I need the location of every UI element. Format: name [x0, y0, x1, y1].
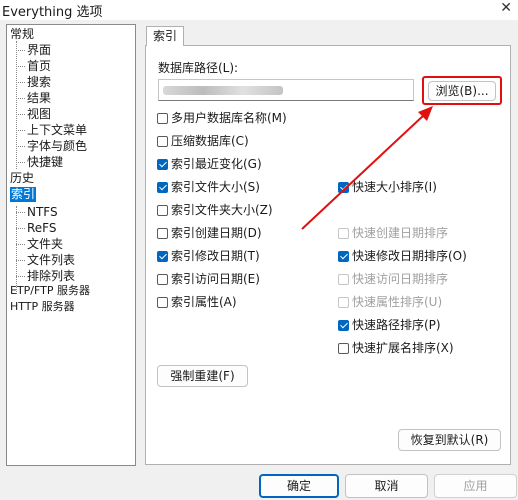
checkbox-index-recent-changes[interactable]: 索引最近变化(G)	[157, 157, 262, 171]
checkbox-fast-created-date-sort: 快速创建日期排序	[338, 226, 448, 240]
tree-item-shortcuts[interactable]: 快捷键	[27, 155, 63, 170]
checkbox-box	[157, 113, 168, 124]
checkbox-label: 索引最近变化(G)	[171, 157, 262, 171]
tree-connector	[16, 41, 17, 169]
checkbox-box-disabled	[338, 297, 349, 308]
checkbox-index-modified-date[interactable]: 索引修改日期(T)	[157, 249, 260, 263]
apply-button: 应用	[434, 474, 517, 498]
checkbox-label: 索引属性(A)	[171, 295, 237, 309]
tree-branch	[16, 276, 25, 277]
annotation-highlight-box	[422, 76, 502, 105]
checkbox-box	[157, 297, 168, 308]
tree-item-file-lists[interactable]: 文件列表	[27, 253, 75, 268]
tree-branch	[16, 162, 25, 163]
checkbox-label: 索引创建日期(D)	[171, 226, 262, 240]
tree-item-exclude-list[interactable]: 排除列表	[27, 269, 75, 284]
window-title: Everything 选项	[2, 5, 103, 20]
db-path-value	[163, 85, 283, 95]
checkbox-box	[157, 136, 168, 147]
tree-branch	[16, 50, 25, 51]
tree-item-etp-ftp-server[interactable]: ETP/FTP 服务器	[10, 283, 90, 298]
tree-item-ntfs[interactable]: NTFS	[27, 205, 58, 220]
tree-item-general[interactable]: 常规	[10, 27, 34, 42]
settings-tree[interactable]: 常规 界面 首页 搜索 结果 视图 上下文菜单 字体与颜色 快捷键 历史 索引 …	[6, 24, 136, 466]
checkbox-box-checked	[338, 251, 349, 262]
checkbox-box-checked	[157, 251, 168, 262]
tree-branch	[16, 114, 25, 115]
tree-item-http-server[interactable]: HTTP 服务器	[10, 299, 75, 314]
tree-branch	[16, 244, 25, 245]
checkbox-index-folder-size[interactable]: 索引文件夹大小(Z)	[157, 203, 273, 217]
tree-item-history[interactable]: 历史	[10, 171, 34, 186]
checkbox-index-created-date[interactable]: 索引创建日期(D)	[157, 226, 262, 240]
checkbox-label: 快速扩展名排序(X)	[352, 341, 454, 355]
checkbox-label: 快速创建日期排序	[352, 226, 449, 240]
tree-item-context-menu[interactable]: 上下文菜单	[27, 123, 87, 138]
ok-button[interactable]: 确定	[259, 474, 339, 498]
checkbox-index-attributes[interactable]: 索引属性(A)	[157, 295, 237, 309]
checkbox-box-checked	[157, 182, 168, 193]
close-icon[interactable]: ✕	[500, 0, 512, 16]
tree-item-search[interactable]: 搜索	[27, 75, 51, 90]
checkbox-fast-accessed-date-sort: 快速访问日期排序	[338, 272, 448, 286]
checkbox-label: 索引文件夹大小(Z)	[171, 203, 273, 217]
tree-branch	[16, 66, 25, 67]
restore-defaults-button[interactable]: 恢复到默认(R)	[398, 429, 501, 451]
tree-item-interface[interactable]: 界面	[27, 43, 51, 58]
db-path-field[interactable]	[158, 79, 414, 101]
checkbox-label: 快速修改日期排序(O)	[352, 249, 467, 263]
checkbox-fast-size-sort[interactable]: 快速大小排序(I)	[338, 180, 437, 194]
checkbox-label: 索引修改日期(T)	[171, 249, 260, 263]
checkbox-label: 压缩数据库(C)	[171, 134, 249, 148]
checkbox-compress-db[interactable]: 压缩数据库(C)	[157, 134, 249, 148]
checkbox-label: 多用户数据库名称(M)	[171, 111, 287, 125]
checkbox-index-file-size[interactable]: 索引文件大小(S)	[157, 180, 260, 194]
tree-connector	[16, 206, 17, 294]
tree-branch	[16, 146, 25, 147]
checkbox-label: 索引文件大小(S)	[171, 180, 260, 194]
checkbox-box-checked	[338, 182, 349, 193]
tree-item-results[interactable]: 结果	[27, 91, 51, 106]
checkbox-box-disabled	[338, 274, 349, 285]
tree-branch	[16, 260, 25, 261]
tree-branch	[16, 212, 25, 213]
tab-index[interactable]: 索引	[146, 26, 184, 46]
checkbox-fast-modified-date-sort[interactable]: 快速修改日期排序(O)	[338, 249, 467, 263]
tree-branch	[16, 130, 25, 131]
checkbox-box	[338, 343, 349, 354]
checkbox-label: 快速路径排序(P)	[352, 318, 441, 332]
checkbox-fast-extension-sort[interactable]: 快速扩展名排序(X)	[338, 341, 454, 355]
tree-branch	[16, 98, 25, 99]
tree-item-fonts-colors[interactable]: 字体与颜色	[27, 139, 87, 154]
tree-item-index[interactable]: 索引	[10, 187, 37, 202]
tree-branch	[16, 82, 25, 83]
cancel-button[interactable]: 取消	[345, 474, 428, 498]
force-rebuild-button[interactable]: 强制重建(F)	[157, 365, 248, 387]
tree-item-home[interactable]: 首页	[27, 59, 51, 74]
tree-branch	[16, 228, 25, 229]
checkbox-box-disabled	[338, 228, 349, 239]
checkbox-label: 快速访问日期排序	[352, 272, 449, 286]
checkbox-box-checked	[338, 320, 349, 331]
checkbox-label: 索引访问日期(E)	[171, 272, 260, 286]
checkbox-fast-path-sort[interactable]: 快速路径排序(P)	[338, 318, 441, 332]
tree-item-refs[interactable]: ReFS	[27, 221, 57, 236]
checkbox-box	[157, 228, 168, 239]
checkbox-fast-attributes-sort: 快速属性排序(U)	[338, 295, 442, 309]
checkbox-box	[157, 274, 168, 285]
tree-item-folders[interactable]: 文件夹	[27, 237, 63, 252]
checkbox-box-checked	[157, 159, 168, 170]
db-path-label: 数据库路径(L):	[158, 61, 239, 75]
checkbox-label: 快速属性排序(U)	[352, 295, 443, 309]
checkbox-box	[157, 205, 168, 216]
checkbox-index-accessed-date[interactable]: 索引访问日期(E)	[157, 272, 260, 286]
tree-item-view[interactable]: 视图	[27, 107, 51, 122]
title-bar: Everything 选项 ✕	[0, 0, 518, 20]
checkbox-multi-user-db-name[interactable]: 多用户数据库名称(M)	[157, 111, 287, 125]
checkbox-label: 快速大小排序(I)	[352, 180, 437, 194]
